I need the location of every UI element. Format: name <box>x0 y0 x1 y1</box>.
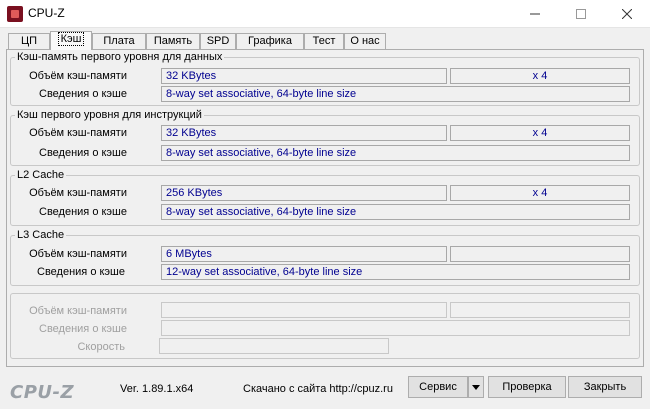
disabled-size-label: Объём кэш-памяти <box>29 305 127 317</box>
speed-label: Скорость <box>77 341 125 353</box>
version-text: Ver. 1.89.1.x64 <box>120 383 194 395</box>
desc-label: Сведения о кэше <box>39 147 127 159</box>
maximize-icon <box>576 9 586 19</box>
group-title: Кэш-память первого уровня для данных <box>17 51 223 63</box>
disabled-desc-value <box>161 320 630 336</box>
tab-bench[interactable]: Тест <box>304 33 344 50</box>
tab-mainboard[interactable]: Плата <box>92 33 146 50</box>
group-title: Кэш первого уровня для инструкций <box>17 109 202 121</box>
l1-data-multiplier: x 4 <box>450 68 630 84</box>
size-label: Объём кэш-памяти <box>29 248 127 260</box>
l1-data-size-value: 32 KBytes <box>161 68 447 84</box>
close-window-button[interactable] <box>604 0 650 28</box>
validate-button[interactable]: Проверка <box>488 376 566 398</box>
l1-inst-desc-value: 8-way set associative, 64-byte line size <box>161 145 630 161</box>
desc-label: Сведения о кэше <box>37 266 125 278</box>
title-bar: CPU-Z <box>0 0 650 28</box>
l1-data-desc-value: 8-way set associative, 64-byte line size <box>161 86 630 102</box>
window-title: CPU-Z <box>28 6 65 20</box>
size-label: Объём кэш-памяти <box>29 187 127 199</box>
close-button[interactable]: Закрыть <box>568 376 642 398</box>
l3-multiplier <box>450 246 630 262</box>
l3-size-value: 6 MBytes <box>161 246 447 262</box>
l1-inst-size-value: 32 KBytes <box>161 125 447 141</box>
service-button[interactable]: Сервис <box>408 376 468 398</box>
tab-cache-label: Кэш <box>57 32 85 46</box>
l3-desc-value: 12-way set associative, 64-byte line siz… <box>161 264 630 280</box>
l2-desc-value: 8-way set associative, 64-byte line size <box>161 204 630 220</box>
size-label: Объём кэш-памяти <box>29 70 127 82</box>
tab-spd[interactable]: SPD <box>200 33 236 50</box>
tab-cpu[interactable]: ЦП <box>8 33 50 50</box>
speed-value <box>159 338 389 354</box>
tab-about[interactable]: О нас <box>344 33 386 50</box>
disabled-multiplier <box>450 302 630 318</box>
download-site-text: Скачано с сайта http://cpuz.ru <box>243 383 393 395</box>
footer: CPU-Z Ver. 1.89.1.x64 Скачано с сайта ht… <box>0 370 650 409</box>
minimize-button[interactable] <box>512 0 558 28</box>
chevron-down-icon <box>472 384 480 390</box>
service-dropdown-button[interactable] <box>468 376 484 398</box>
l2-multiplier: x 4 <box>450 185 630 201</box>
disabled-desc-label: Сведения о кэше <box>39 323 127 335</box>
tab-cache[interactable]: Кэш <box>50 31 92 50</box>
cpuz-brand-logo: CPU-Z <box>10 382 75 403</box>
l1-inst-multiplier: x 4 <box>450 125 630 141</box>
l2-size-value: 256 KBytes <box>161 185 447 201</box>
close-icon <box>622 9 632 19</box>
maximize-button[interactable] <box>558 0 604 28</box>
desc-label: Сведения о кэше <box>39 206 127 218</box>
group-title: L2 Cache <box>17 169 65 181</box>
tab-graphics[interactable]: Графика <box>236 33 304 50</box>
minimize-icon <box>530 13 540 15</box>
desc-label: Сведения о кэше <box>39 88 127 100</box>
size-label: Объём кэш-памяти <box>29 127 127 139</box>
cpuz-app-icon <box>7 6 23 22</box>
tab-memory[interactable]: Память <box>146 33 200 50</box>
disabled-size-value <box>161 302 447 318</box>
group-title: L3 Cache <box>17 229 65 241</box>
